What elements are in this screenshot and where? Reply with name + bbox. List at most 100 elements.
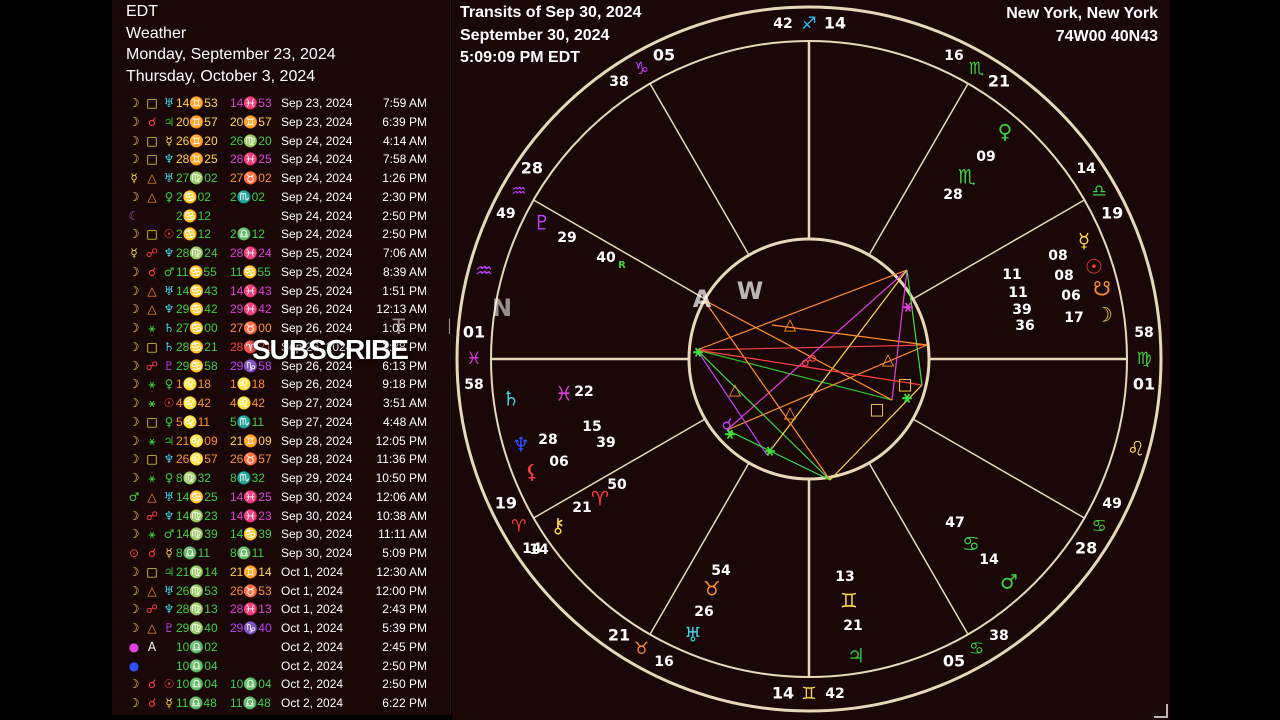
planet1-glyph: ☽ <box>128 396 140 410</box>
position2: 5♏11 <box>230 414 265 429</box>
center-label: A <box>693 285 712 313</box>
planet2-glyph: ♆ <box>163 246 175 260</box>
planet-glyph-icon: ⚷ <box>551 514 566 538</box>
planet2-glyph: ♆ <box>163 602 175 617</box>
position1: 26♍53 <box>176 583 218 598</box>
planet2-glyph: ☿ <box>165 133 173 148</box>
aspect-glyph: △ <box>147 283 157 298</box>
planet1-glyph: ☽ <box>128 96 140 110</box>
aspect-glyph: ☍ <box>145 602 159 617</box>
planet2-glyph: ♂ <box>163 527 175 542</box>
aspect-glyph: △ <box>147 302 157 317</box>
planet2-glyph: ♆ <box>163 508 175 523</box>
aspect-glyph: ⚹ <box>148 377 156 392</box>
planet-glyph-icon: ♒ <box>475 259 493 283</box>
aspect-glyph-icon: □ <box>869 400 884 419</box>
aspect-row: ☽ ⚹ ☉ 4♌42 4♌42 Sep 27, 2024 3:51 AM <box>112 394 450 413</box>
planet-glyph-icon: ♏ <box>958 165 976 189</box>
planet-degree: 06 <box>549 454 568 470</box>
position1: 14♍39 <box>176 527 218 542</box>
position1: 28♍13 <box>176 602 218 617</box>
aspect-time: 7:06 AM <box>382 246 427 260</box>
aspect-glyph-icon: □ <box>897 375 912 394</box>
position2: 2♏02 <box>230 189 265 204</box>
aspect-row: ☽ □ ☉ 2♋12 2♎12 Sep 24, 2024 2:50 PM <box>112 225 450 244</box>
aspect-glyph: ☍ <box>145 358 159 373</box>
cusp-degree: 19 <box>1101 204 1123 223</box>
aspect-time: 7:59 AM <box>382 96 427 110</box>
aspect-time: 2:30 PM <box>382 189 427 204</box>
position1: 2♋02 <box>176 189 211 204</box>
position2: 4♌42 <box>230 396 265 410</box>
cusp-minute: 42 <box>825 686 844 702</box>
aspect-row: ☽ ⚹ ♃ 21♌09 21♊09 Sep 28, 2024 12:05 PM <box>112 432 450 451</box>
aspect-glyph: □ <box>146 564 158 579</box>
position1: 14♋25 <box>176 489 218 504</box>
planet-glyph-icon: ☉ <box>1085 255 1103 279</box>
aspect-row: ☽ ☌ ☉ 10♎04 10♎04 Oct 2, 2024 2:50 PM <box>112 675 450 694</box>
chart-title: Transits of Sep 30, 2024 <box>460 4 642 21</box>
aspect-time: 2:43 PM <box>382 602 427 617</box>
planet1-glyph: ☿ <box>130 246 138 260</box>
aspect-date: Oct 2, 2024 <box>281 677 344 692</box>
chart-date: September 30, 2024 <box>460 26 610 44</box>
planet1-glyph: ☽ <box>128 621 140 635</box>
subscribe-overlay[interactable]: SUBSCRIBE <box>252 334 409 366</box>
aspect-date: Sep 27, 2024 <box>281 396 353 410</box>
house-cusp-line <box>912 418 1085 519</box>
planet1-glyph: ☽ <box>128 564 140 579</box>
aspect-time: 6:22 PM <box>382 696 427 710</box>
aspect-glyph: △ <box>147 189 157 204</box>
aspect-row: ☽ △ ♇ 29♍40 29♑40 Oct 1, 2024 5:39 PM <box>112 619 450 638</box>
aspect-line <box>726 429 831 481</box>
aspect-row: ☽ □ ♅ 14♊53 14♓53 Sep 23, 2024 7:59 AM <box>112 94 450 113</box>
aspect-glyph: △ <box>147 171 157 185</box>
aspect-date: Sep 24, 2024 <box>281 227 353 242</box>
planet2-glyph: ☉ <box>163 677 175 692</box>
cusp-degree: 01 <box>1133 375 1155 394</box>
planet-degree: 28 <box>538 432 557 448</box>
planet1-glyph: ☽ <box>128 114 140 129</box>
position1: 20♊57 <box>176 114 218 129</box>
planet-degree: 08 <box>1054 268 1073 284</box>
aspect-row: ☽ ☌ ♃ 20♊57 20♊57 Sep 23, 2024 6:39 PM <box>112 113 450 132</box>
planet2-glyph: ♃ <box>163 564 175 579</box>
resize-grip-icon[interactable] <box>1154 704 1168 718</box>
cusp-sign-icon: ♊ <box>801 684 816 704</box>
planet-glyph-icon: ♌ <box>1127 437 1145 461</box>
aspect-row: ☽ △ ♅ 26♍53 26♉53 Oct 1, 2024 12:00 PM <box>112 582 450 601</box>
planet2-glyph: ☿ <box>165 696 173 710</box>
aspect-date: Sep 30, 2024 <box>281 527 353 542</box>
planet-degree: 21 <box>572 500 591 516</box>
aspect-glyph: ☍ <box>145 246 159 260</box>
cusp-degree: 19 <box>495 493 517 512</box>
aspect-date: Sep 24, 2024 <box>281 152 353 167</box>
aspect-date: Sep 25, 2024 <box>281 246 353 260</box>
planet-glyph-icon: ☿ <box>1078 229 1090 253</box>
position1: 8♎11 <box>176 546 211 560</box>
position2: 29♑40 <box>230 621 272 635</box>
aspect-glyph: □ <box>146 152 158 167</box>
planet-degree: 11 <box>1002 267 1021 283</box>
planet2-glyph: ♅ <box>163 96 175 110</box>
planet-degree: 14 <box>979 552 999 568</box>
aspect-time: 12:05 PM <box>375 433 427 448</box>
planet1-glyph: ☽ <box>128 283 140 298</box>
planet-glyph-icon: ☋ <box>1093 277 1111 301</box>
position1: 10♎04 <box>176 658 218 673</box>
planet2-glyph: ♂ <box>163 264 175 279</box>
chart-title-block: Transits of Sep 30, 2024 September 30, 2… <box>460 2 641 70</box>
aspect-glyph-icon: △ <box>882 350 895 369</box>
position2: 28♓24 <box>230 246 272 260</box>
planet1-glyph: ☽ <box>128 696 140 710</box>
aspect-date: Sep 30, 2024 <box>281 489 353 504</box>
aspect-row: ⊙ ☌ ☿ 8♎11 8♎11 Sep 30, 2024 5:09 PM <box>112 544 450 563</box>
planet-degree: 11 <box>1008 285 1027 301</box>
cusp-sign-icon: ♒ <box>511 182 526 202</box>
planet1-glyph: ☽ <box>128 527 140 542</box>
cusp-degree: 28 <box>521 158 543 177</box>
planet2-glyph: ☿ <box>165 546 173 560</box>
cusp-sign-icon: ♍ <box>1136 349 1151 369</box>
start-date-label: Monday, September 23, 2024 <box>126 46 336 63</box>
planet-degree: 39 <box>596 435 615 451</box>
